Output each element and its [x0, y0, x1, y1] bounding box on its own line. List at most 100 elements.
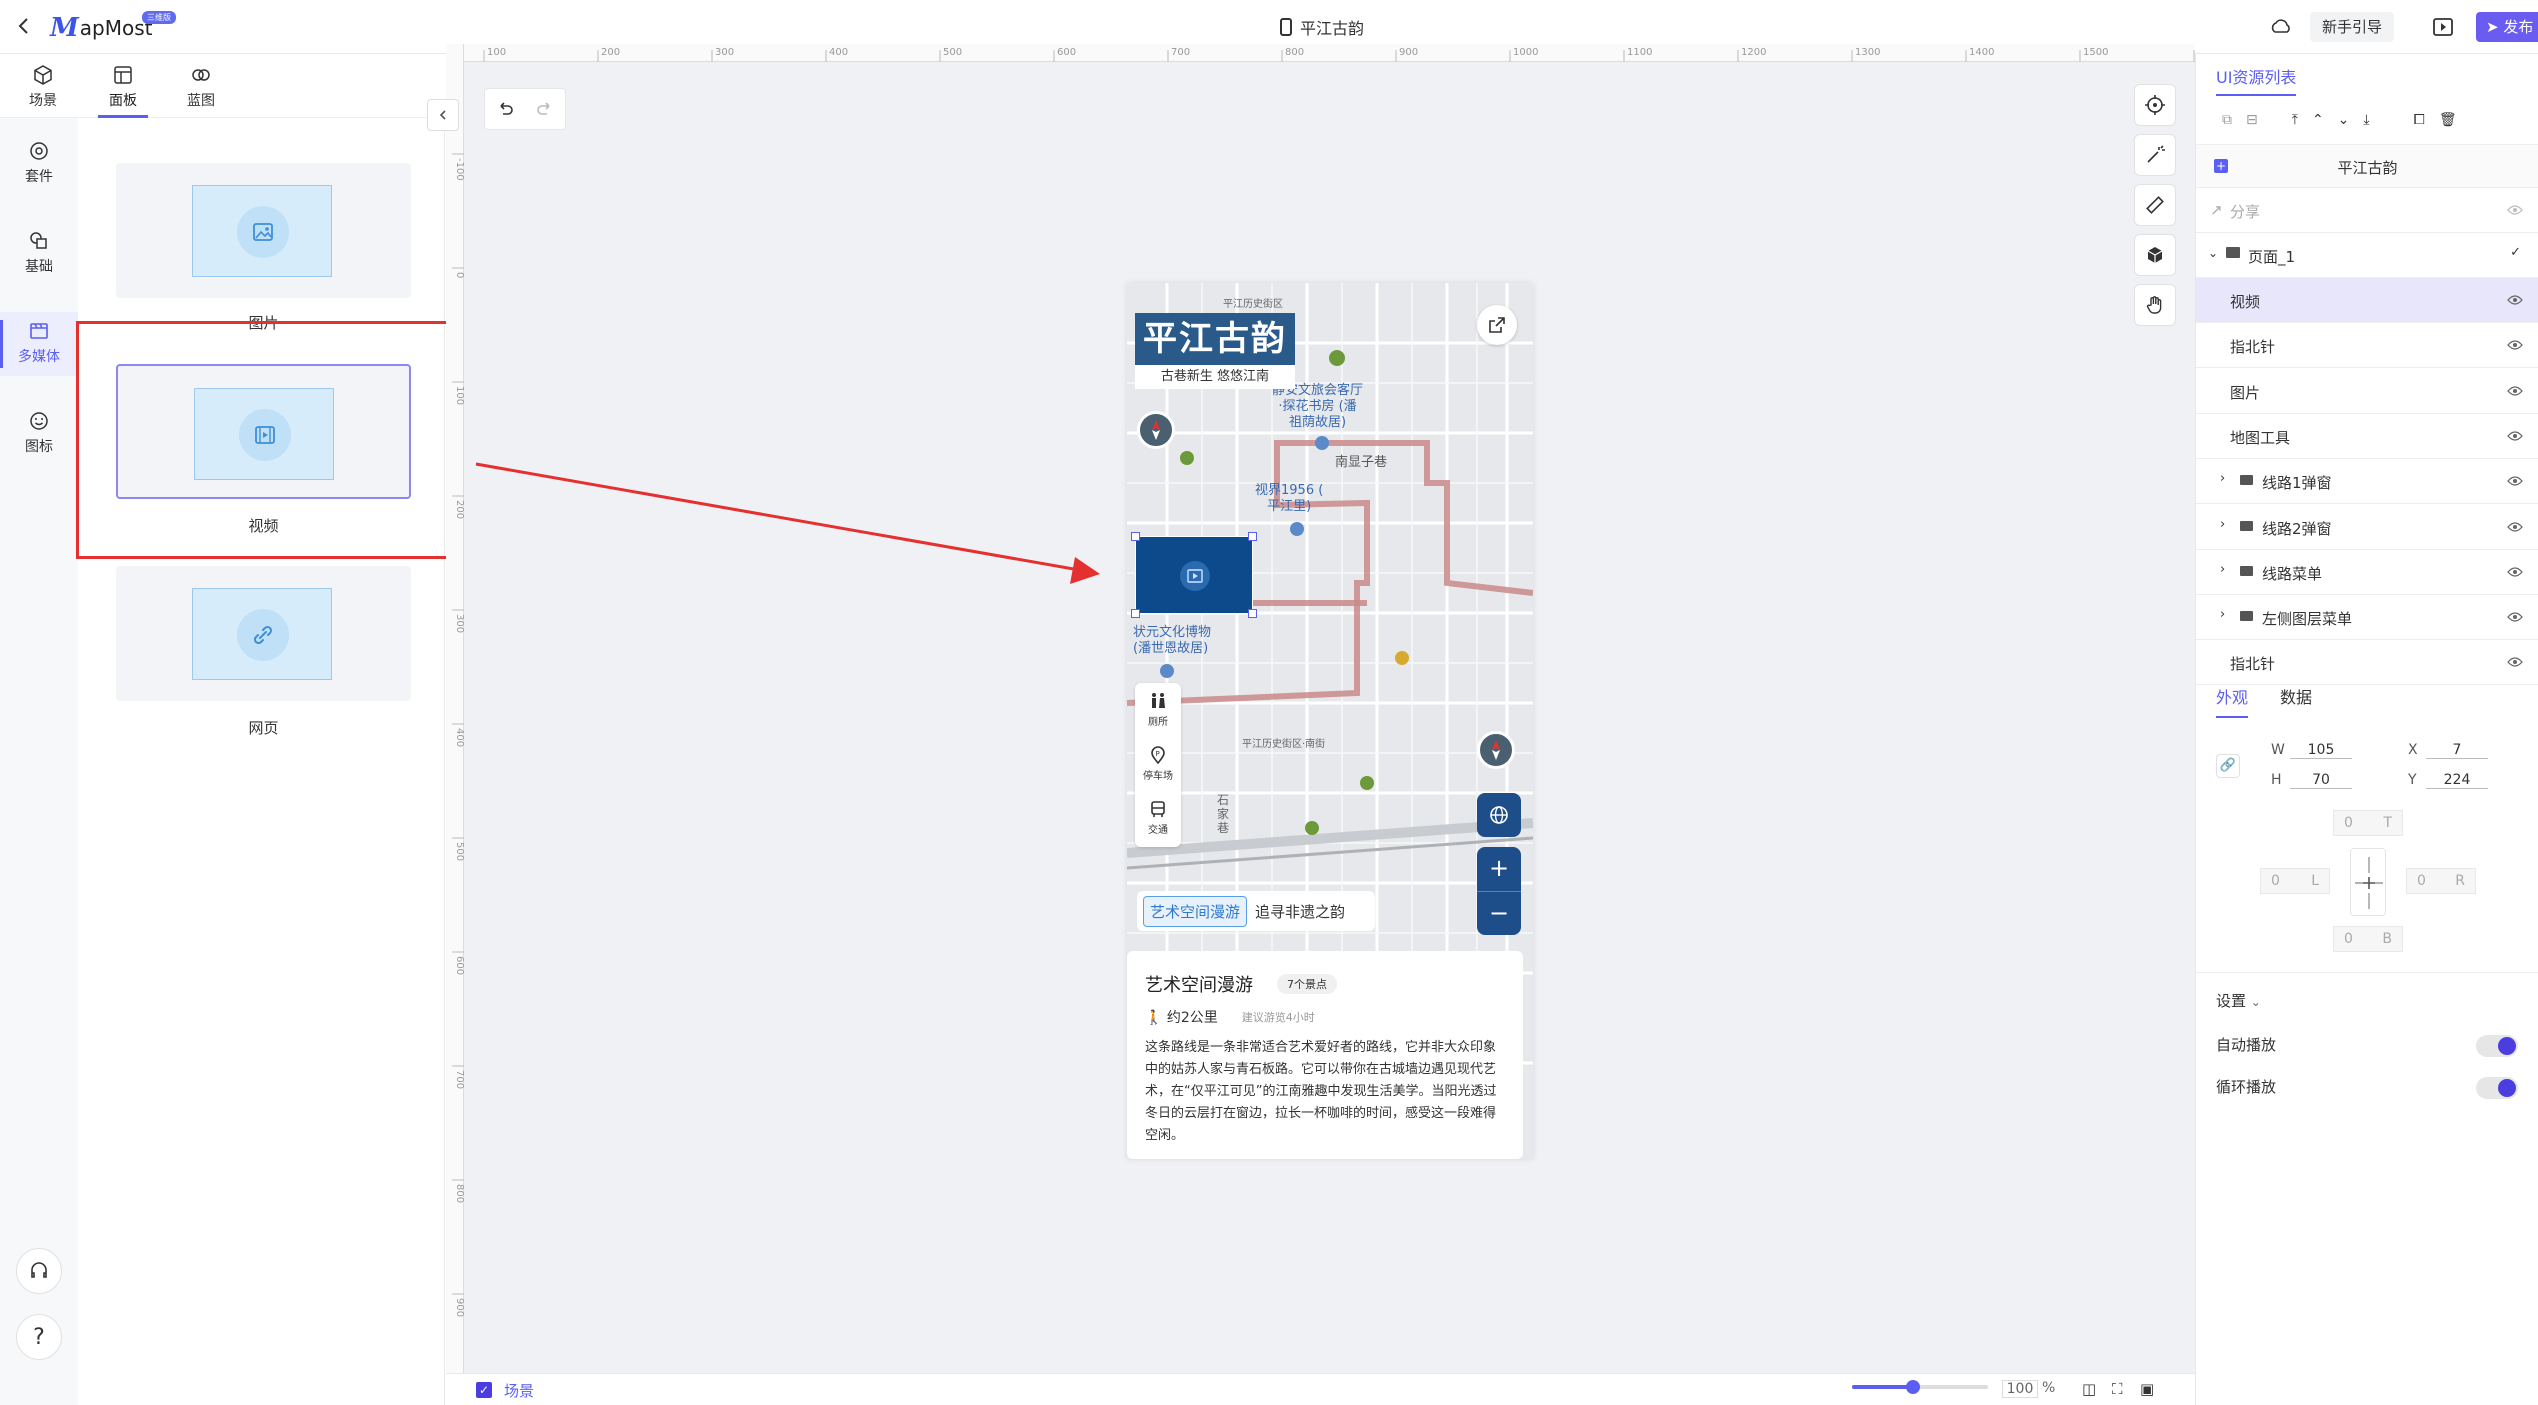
resize-handle[interactable] — [1131, 609, 1140, 618]
compass-icon[interactable] — [1137, 411, 1175, 449]
cloud-icon[interactable] — [2268, 14, 2294, 40]
x-input[interactable]: 7 — [2426, 742, 2488, 759]
eye-icon[interactable] — [2507, 385, 2523, 397]
help-button[interactable]: ? — [16, 1314, 62, 1360]
move-top-icon[interactable]: ⤒ — [2292, 112, 2298, 128]
fit-screen-icon[interactable]: ⛶ — [2112, 1380, 2123, 1398]
publish-button[interactable]: ➤ 发布 — [2476, 12, 2538, 42]
chevron-right-icon[interactable]: › — [2220, 517, 2225, 532]
tab-panel[interactable]: 面板 — [88, 60, 158, 118]
layer-root[interactable]: + 平江古韵 — [2196, 144, 2538, 188]
padding-bottom-input[interactable]: 0B — [2333, 926, 2403, 952]
locate-tool[interactable] — [2134, 84, 2176, 126]
ungroup-icon[interactable]: ⊟ — [2246, 112, 2258, 128]
route-tab-heritage[interactable]: 追寻非遗之韵 — [1255, 901, 1345, 922]
move-bottom-icon[interactable]: ⤓ — [2363, 112, 2369, 128]
chevron-down-icon[interactable]: ⌄ — [2208, 246, 2218, 260]
delete-icon[interactable]: 🗑 — [2439, 112, 2457, 128]
layer-row[interactable]: 图片 — [2196, 369, 2538, 414]
zoom-in-button[interactable]: + — [1477, 847, 1521, 891]
model-tool[interactable] — [2134, 234, 2176, 276]
rail-item-media[interactable]: 多媒体 — [0, 312, 78, 376]
minimap-icon[interactable]: ▣ — [2140, 1380, 2154, 1398]
layer-row[interactable]: 地图工具 — [2196, 414, 2538, 459]
zoom-out-button[interactable]: − — [1477, 891, 1521, 935]
lock-ratio-icon[interactable]: 🔗 — [2216, 754, 2240, 778]
eye-icon[interactable] — [2507, 339, 2523, 351]
chevron-right-icon[interactable]: › — [2220, 562, 2225, 577]
route-tab-art[interactable]: 艺术空间漫游 — [1143, 895, 1248, 927]
resize-handle[interactable] — [1248, 609, 1257, 618]
layer-row[interactable]: 指北针 — [2196, 323, 2538, 369]
support-button[interactable] — [16, 1248, 62, 1294]
preview-icon[interactable] — [2430, 14, 2456, 40]
page-row[interactable]: ⌄ 页面_1 ✓ — [2196, 233, 2538, 278]
layer-row[interactable]: › 线路菜单 — [2196, 550, 2538, 595]
phone-preview[interactable]: 平江历史街区 静安文旅会客厅 ·探花书房 (潘 祖荫故居) 南显子巷 视界1956 … — [1127, 283, 1533, 1159]
rail-item-kit[interactable]: 套件 — [0, 132, 78, 196]
eye-icon[interactable] — [2507, 566, 2523, 578]
scene-checkbox[interactable]: ✓ — [476, 1382, 492, 1398]
undo-button[interactable] — [485, 89, 525, 129]
move-down-icon[interactable]: ⌄ — [2338, 112, 2350, 128]
collapse-panel-button[interactable] — [427, 99, 459, 131]
share-row[interactable]: ↗ 分享 — [2196, 188, 2538, 233]
height-input[interactable]: 70 — [2290, 772, 2352, 789]
eye-icon[interactable] — [2507, 521, 2523, 533]
layer-row[interactable]: › 线路1弹窗 — [2196, 459, 2538, 505]
loop-toggle[interactable] — [2476, 1077, 2518, 1099]
autoplay-toggle[interactable] — [2476, 1035, 2518, 1057]
group-icon[interactable]: ⧉ — [2222, 112, 2232, 128]
eye-icon[interactable] — [2507, 656, 2523, 668]
layer-row[interactable]: 指北针 — [2196, 640, 2538, 686]
width-input[interactable]: 105 — [2290, 742, 2352, 759]
padding-right-input[interactable]: 0R — [2406, 868, 2476, 894]
history-controls — [484, 88, 566, 130]
layer-row[interactable]: › 左侧图层菜单 — [2196, 595, 2538, 641]
eye-icon[interactable] — [2507, 611, 2523, 623]
video-widget[interactable] — [1131, 532, 1257, 618]
chevron-right-icon[interactable]: › — [2220, 607, 2225, 622]
layer-row[interactable]: › 线路2弹窗 — [2196, 505, 2538, 550]
toilet-tool[interactable]: 厕所 — [1135, 683, 1181, 737]
compass-icon[interactable] — [1477, 731, 1515, 769]
guide-button[interactable]: 新手引导 — [2310, 12, 2395, 42]
layer-row[interactable]: 视频 — [2196, 278, 2538, 323]
alignment-pad[interactable] — [2350, 848, 2386, 916]
tab-blueprint[interactable]: 蓝图 — [166, 60, 236, 112]
resize-handle[interactable] — [1131, 532, 1140, 541]
component-webpage[interactable] — [116, 566, 411, 701]
globe-icon[interactable] — [1477, 793, 1521, 837]
copy-icon[interactable]: ⧠ — [2414, 112, 2425, 128]
padding-left-input[interactable]: 0L — [2260, 868, 2330, 894]
move-up-icon[interactable]: ⌃ — [2312, 112, 2324, 128]
pan-tool[interactable] — [2134, 284, 2176, 326]
rail-item-basic[interactable]: 基础 — [0, 222, 78, 286]
panel-title[interactable]: UI资源列表 — [2216, 64, 2297, 96]
component-image[interactable] — [116, 163, 411, 298]
ruler-horizontal: 100 200 300 400 500 600 700 800 900 1000 1100 1200 1… — [446, 44, 2195, 62]
redo-button[interactable] — [525, 89, 565, 129]
eye-icon[interactable] — [2507, 294, 2523, 306]
tab-appearance[interactable]: 外观 — [2216, 684, 2249, 718]
measure-tool[interactable] — [2134, 184, 2176, 226]
eye-icon[interactable] — [2507, 475, 2523, 487]
back-icon[interactable] — [12, 14, 36, 38]
chevron-right-icon[interactable]: › — [2220, 471, 2225, 486]
tab-scene[interactable]: 场景 — [8, 60, 78, 112]
tab-data[interactable]: 数据 — [2280, 684, 2312, 718]
resize-handle[interactable] — [1248, 532, 1257, 541]
eye-icon[interactable] — [2507, 204, 2523, 216]
zoom-input[interactable]: 100 — [2002, 1380, 2038, 1398]
eye-icon[interactable] — [2507, 430, 2523, 442]
fit-width-icon[interactable]: ◫ — [2082, 1380, 2096, 1398]
padding-top-input[interactable]: 0T — [2333, 810, 2403, 836]
transit-tool[interactable]: 交通 — [1135, 791, 1181, 845]
zoom-slider[interactable] — [1852, 1380, 1988, 1394]
rail-item-icons[interactable]: 图标 — [0, 402, 78, 466]
settings-header[interactable]: 设置 ⌄ — [2216, 990, 2261, 1011]
magic-tool[interactable] — [2134, 134, 2176, 176]
parking-tool[interactable]: P 停车场 — [1135, 737, 1181, 791]
y-input[interactable]: 224 — [2426, 772, 2488, 789]
share-icon[interactable] — [1477, 305, 1517, 345]
